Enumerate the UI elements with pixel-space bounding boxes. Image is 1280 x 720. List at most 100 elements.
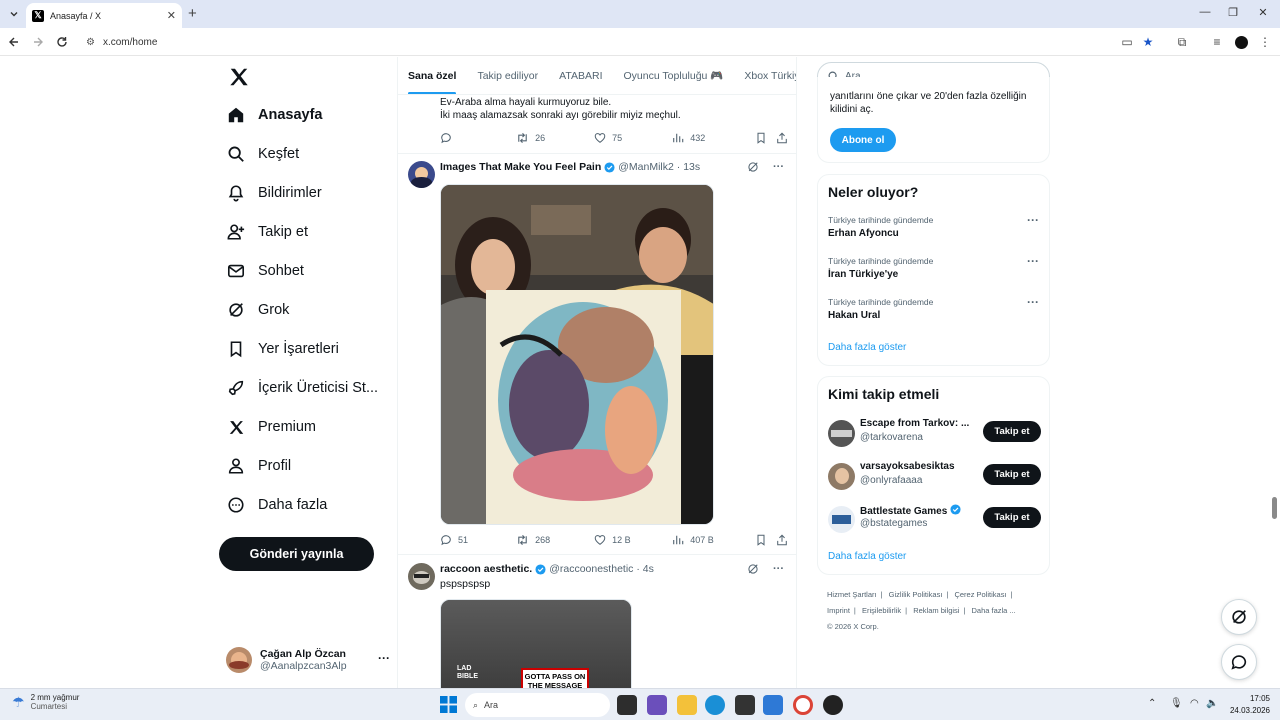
page-scrollbar[interactable]	[1272, 57, 1278, 688]
minimize-button[interactable]: —	[1190, 6, 1220, 18]
tab-xbox-turkiye[interactable]: Xbox Türkiy	[744, 57, 796, 94]
views-button[interactable]: 432	[672, 132, 755, 144]
media-control-icon[interactable]: ≡	[1210, 35, 1224, 49]
views-button[interactable]: 407 B	[672, 534, 755, 546]
subscribe-button[interactable]: Abone ol	[830, 128, 896, 152]
nav-explore[interactable]: Keşfet	[226, 136, 299, 172]
messages-float-button[interactable]	[1221, 644, 1257, 680]
more-dots-icon[interactable]: ···	[1027, 254, 1039, 268]
task-view-icon[interactable]	[617, 695, 637, 715]
nav-bookmarks[interactable]: Yer İşaretleri	[226, 331, 339, 367]
chrome-icon[interactable]	[793, 695, 813, 715]
footer-link[interactable]: Gizlilik Politikası	[889, 590, 943, 599]
install-app-icon[interactable]: ▭	[1120, 35, 1134, 49]
back-button[interactable]	[6, 34, 22, 50]
reply-button[interactable]: 51	[440, 534, 516, 546]
reload-button[interactable]	[54, 34, 70, 50]
show-more-link[interactable]: Daha fazla göster	[828, 342, 906, 353]
footer-link[interactable]: Çerez Politikası	[954, 590, 1006, 599]
file-explorer-icon[interactable]	[677, 695, 697, 715]
scrollbar-thumb[interactable]	[1272, 497, 1277, 519]
footer-link[interactable]: Daha fazla ...	[972, 606, 1016, 615]
tweet-author-name[interactable]: Images That Make You Feel Pain	[440, 161, 601, 173]
nav-notifications[interactable]: Bildirimler	[226, 175, 322, 211]
tweet-author-handle[interactable]: @ManMilk2	[618, 161, 674, 173]
taskbar-search[interactable]: ⌕ Ara	[465, 693, 610, 717]
footer-link[interactable]: Imprint	[827, 606, 850, 615]
footer-link[interactable]: Hizmet Şartları	[827, 590, 877, 599]
follow-suggestion[interactable]: Battlestate Games @bstategames Takip et	[828, 504, 1041, 536]
forward-button[interactable]	[30, 34, 46, 50]
teams-icon[interactable]	[647, 695, 667, 715]
like-button[interactable]: 75	[594, 132, 672, 144]
like-button[interactable]: 12 B	[594, 534, 672, 546]
nav-more[interactable]: Daha fazla	[226, 487, 327, 523]
store-icon[interactable]	[735, 695, 755, 715]
grok-icon[interactable]	[747, 563, 759, 575]
tab-for-you[interactable]: Sana özel	[408, 57, 457, 94]
tweet-image[interactable]	[440, 184, 714, 525]
speaker-icon[interactable]: 🔈	[1206, 698, 1218, 709]
show-more-link[interactable]: Daha fazla göster	[828, 551, 906, 562]
restore-button[interactable]: ❐	[1218, 6, 1248, 19]
post-button[interactable]: Gönderi yayınla	[219, 537, 374, 571]
weather-widget[interactable]: ☂ 2 mm yağmur Cumartesi	[12, 693, 79, 711]
more-dots-icon[interactable]: ···	[773, 161, 784, 173]
follow-suggestion[interactable]: Escape from Tarkov: ... @tarkovarena Tak…	[828, 418, 1041, 450]
follow-suggestion[interactable]: varsayoksabesiktas @onlyrafaaaa Takip et	[828, 461, 1041, 493]
browser-menu-icon[interactable]: ⋮	[1258, 35, 1272, 49]
wifi-icon[interactable]: ◠	[1190, 698, 1199, 709]
tweet-author-handle[interactable]: @raccoonesthetic	[549, 563, 633, 575]
retweet-button[interactable]: 268	[516, 534, 594, 546]
extensions-icon[interactable]: ⧉	[1175, 35, 1189, 49]
new-tab-button[interactable]: +	[188, 5, 197, 22]
tweet-avatar[interactable]	[408, 563, 435, 590]
footer-link[interactable]: Reklam bilgisi	[913, 606, 959, 615]
share-button[interactable]	[776, 132, 788, 144]
follow-button[interactable]: Takip et	[983, 421, 1041, 442]
tab-atabari[interactable]: ATABARI	[559, 57, 602, 94]
nav-creator-studio[interactable]: İçerik Üreticisi St...	[226, 370, 378, 406]
footer-link[interactable]: Erişilebilirlik	[862, 606, 901, 615]
account-switcher[interactable]: Çağan Alp Özcan @Aanalpzcan3Alp ···	[226, 643, 396, 677]
tab-following[interactable]: Takip ediliyor	[477, 57, 538, 94]
address-bar[interactable]: ⚙ x.com/home	[78, 32, 1118, 52]
nav-grok[interactable]: Grok	[226, 292, 289, 328]
close-window-button[interactable]: ✕	[1248, 6, 1278, 19]
bookmark-button[interactable]	[755, 132, 776, 144]
site-info-icon[interactable]: ⚙	[86, 37, 95, 48]
more-dots-icon[interactable]: ···	[773, 563, 784, 575]
x-logo-icon[interactable]	[228, 66, 250, 88]
nav-follow[interactable]: Takip et	[226, 214, 308, 250]
more-dots-icon[interactable]: ···	[1027, 295, 1039, 309]
tweet-avatar[interactable]	[408, 161, 435, 188]
browser-tab[interactable]: 𝕏 Anasayfa / X ✕	[26, 3, 182, 28]
close-tab-icon[interactable]: ✕	[167, 9, 176, 22]
more-dots-icon[interactable]: ···	[1027, 213, 1039, 227]
tweet-author-name[interactable]: raccoon aesthetic.	[440, 563, 532, 575]
tweet-video[interactable]: LAD BIBLE GOTTA PASS ON THE MESSAGE	[440, 599, 632, 688]
clock[interactable]: 17:05 24.03.2026	[1230, 693, 1270, 717]
edge-icon[interactable]	[705, 695, 725, 715]
app-icon[interactable]	[763, 695, 783, 715]
nav-home[interactable]: Anasayfa	[226, 97, 322, 133]
tweet-time[interactable]: 13s	[683, 161, 700, 173]
app-with-badge-icon[interactable]	[823, 695, 843, 715]
retweet-button[interactable]: 26	[516, 132, 594, 144]
nav-chat[interactable]: Sohbet	[226, 253, 304, 289]
tweet-time[interactable]: 4s	[643, 563, 654, 575]
windows-start-icon[interactable]	[440, 696, 457, 713]
chevron-up-icon[interactable]: ⌃	[1148, 698, 1156, 709]
microphone-icon[interactable]: 🎙	[1170, 698, 1183, 709]
nav-premium[interactable]: Premium	[226, 409, 316, 445]
reply-button[interactable]	[440, 132, 516, 144]
tab-gamer-community[interactable]: Oyuncu Topluluğu 🎮	[624, 57, 724, 94]
profile-avatar-icon[interactable]	[1234, 35, 1248, 49]
bookmark-star-icon[interactable]: ★	[1141, 35, 1155, 49]
bookmark-button[interactable]	[755, 534, 776, 546]
tab-search-button[interactable]	[5, 5, 23, 23]
grok-icon[interactable]	[747, 161, 759, 173]
follow-button[interactable]: Takip et	[983, 464, 1041, 485]
follow-button[interactable]: Takip et	[983, 507, 1041, 528]
nav-profile[interactable]: Profil	[226, 448, 291, 484]
